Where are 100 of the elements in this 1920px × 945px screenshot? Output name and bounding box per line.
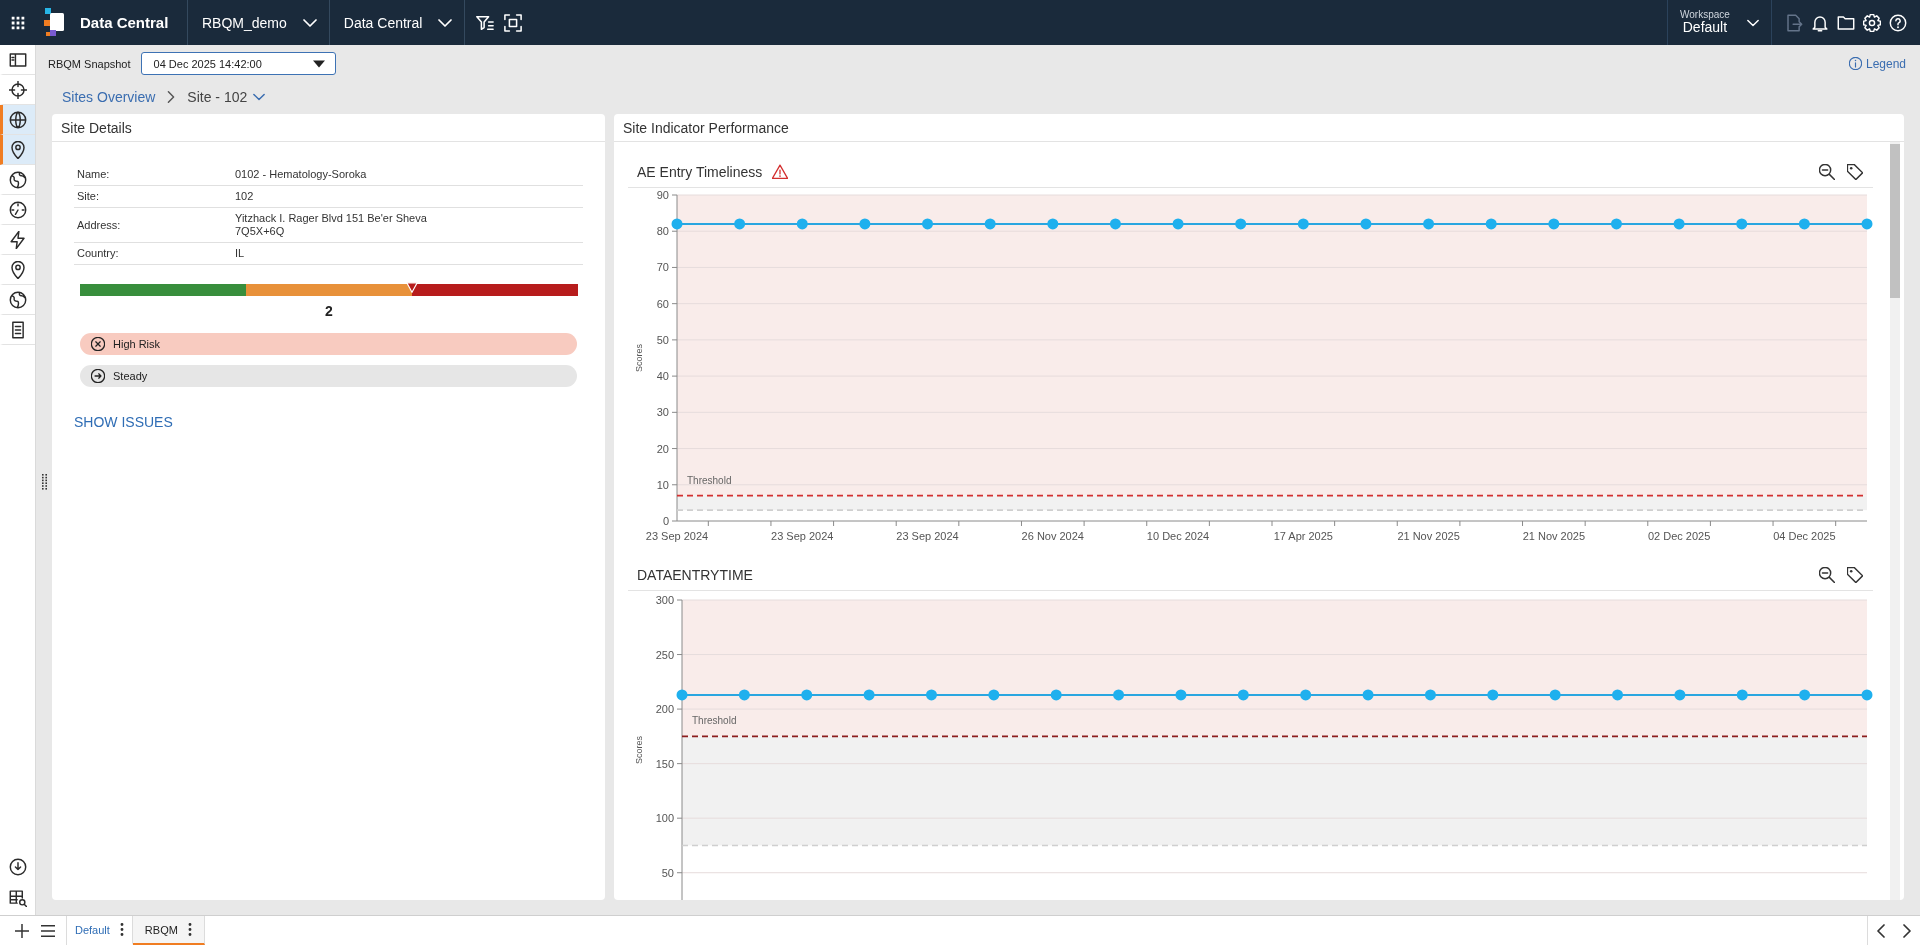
bell-icon: [1811, 13, 1829, 32]
legend-link[interactable]: Legend: [1848, 56, 1906, 71]
data-point: [984, 218, 996, 230]
tag-button[interactable]: [1845, 564, 1865, 586]
data-point: [738, 689, 750, 701]
project-menu[interactable]: Data Central: [329, 0, 466, 45]
lightning-icon: [8, 230, 27, 249]
scrollbar-thumb[interactable]: [1890, 144, 1900, 298]
y-tick-label: 80: [656, 225, 669, 238]
y-tick-label: 40: [656, 370, 669, 383]
status-label: High Risk: [113, 338, 161, 350]
breadcrumb-link[interactable]: Sites Overview: [62, 89, 156, 105]
x-tick-label: 23 Sep 2024: [896, 530, 959, 542]
tag-icon: [1847, 164, 1863, 180]
workspace-tab[interactable]: RBQM: [132, 916, 205, 945]
status-label: Steady: [113, 370, 148, 382]
data-point: [1360, 218, 1372, 230]
field-label: Name:: [77, 168, 111, 181]
field-label: Country:: [77, 247, 120, 260]
y-tick-label: 10: [656, 478, 669, 491]
y-tick-label: 150: [655, 757, 674, 770]
panel-icon: [8, 50, 27, 69]
grid-icon: [11, 15, 25, 30]
y-tick-label: 0: [662, 515, 669, 527]
data-point: [1861, 218, 1873, 230]
data-point: [1612, 689, 1624, 701]
data-point: [734, 218, 746, 230]
workspace-selector[interactable]: Workspace Default: [1667, 0, 1772, 45]
y-tick-label: 50: [661, 866, 674, 879]
field-value: IL: [235, 247, 246, 260]
data-point: [988, 689, 1000, 701]
data-point: [1300, 689, 1312, 701]
world-icon: [8, 170, 27, 189]
data-point: [671, 218, 683, 230]
data-point: [1172, 218, 1184, 230]
data-point: [1549, 689, 1561, 701]
data-point: [1798, 218, 1810, 230]
data-point: [1487, 689, 1499, 701]
data-point: [1297, 218, 1309, 230]
y-tick-label: 20: [656, 442, 669, 455]
data-point: [859, 218, 871, 230]
data-point: [1235, 218, 1247, 230]
globe-icon: [8, 110, 27, 129]
data-point: [1736, 689, 1748, 701]
data-point: [676, 689, 688, 701]
zoom-out-button[interactable]: [1817, 564, 1837, 586]
focus-frame-icon: [504, 13, 523, 32]
logo-icon: [44, 7, 64, 38]
breadcrumb-dropdown[interactable]: Site - 102: [187, 89, 266, 105]
y-tick-label: 200: [655, 703, 674, 716]
app-title: Data Central: [80, 14, 169, 31]
table-search-icon: [8, 888, 27, 907]
show-issues-link[interactable]: SHOW ISSUES: [74, 413, 173, 431]
data-point: [1237, 689, 1249, 701]
y-tick-label: 70: [656, 261, 669, 274]
data-point: [1362, 689, 1374, 701]
sidebar-item[interactable]: [0, 135, 35, 165]
x-tick-label: 17 Apr 2025: [1273, 530, 1333, 542]
scrollbar-track[interactable]: [1890, 142, 1900, 900]
x-tick-label: 04 Dec 2025: [1773, 530, 1836, 542]
help-icon: [1889, 13, 1907, 32]
y-axis-title: Scores: [634, 736, 644, 764]
chevron-right-icon: [1900, 923, 1914, 938]
snapshot-dropdown[interactable]: 04 Dec 2025 14:42:00: [140, 52, 336, 75]
location-pin-icon: [8, 260, 27, 279]
data-point: [1861, 689, 1873, 701]
location-pin-icon: [8, 140, 27, 159]
info-icon: [1848, 57, 1862, 70]
data-point: [1113, 689, 1125, 701]
drag-handle-icon[interactable]: [41, 474, 47, 490]
x-tick-label: 23 Sep 2024: [645, 530, 709, 542]
kebab-menu-icon: [187, 923, 192, 936]
x-tick-label: 21 Nov 2025: [1522, 530, 1586, 542]
sidebar-item[interactable]: [0, 105, 35, 135]
data-point: [1423, 218, 1435, 230]
project-menu[interactable]: RBQM_demo: [188, 0, 330, 45]
zoom-out-button[interactable]: [1817, 161, 1837, 183]
tag-button[interactable]: [1845, 161, 1865, 183]
zoom-out-icon: [1819, 164, 1835, 180]
field-value: Yitzhack I. Rager Blvd 151 Be'er Sheva 7Q5X+6Q: [235, 212, 428, 238]
data-point: [1674, 689, 1686, 701]
data-point: [1485, 218, 1497, 230]
menu-icon: [41, 923, 55, 938]
world-icon: [8, 290, 27, 309]
panel-title: Site Details: [61, 119, 132, 136]
circle-arrow-icon: [91, 369, 105, 383]
chart-title: AE Entry Timeliness: [637, 164, 763, 180]
data-point: [925, 689, 937, 701]
x-tick-label: 23 Sep 2024: [771, 530, 834, 542]
data-point: [1548, 218, 1560, 230]
chevron-left-icon: [1874, 923, 1888, 938]
data-point: [1050, 689, 1062, 701]
data-point: [1175, 689, 1187, 701]
data-point: [922, 218, 934, 230]
zoom-out-icon: [1819, 567, 1835, 583]
y-tick-label: 90: [656, 189, 669, 201]
data-point: [1610, 218, 1622, 230]
document-arrow-icon: [1785, 13, 1803, 32]
x-tick-label: 10 Dec 2024: [1146, 530, 1210, 542]
filter-list-icon: [476, 13, 495, 32]
